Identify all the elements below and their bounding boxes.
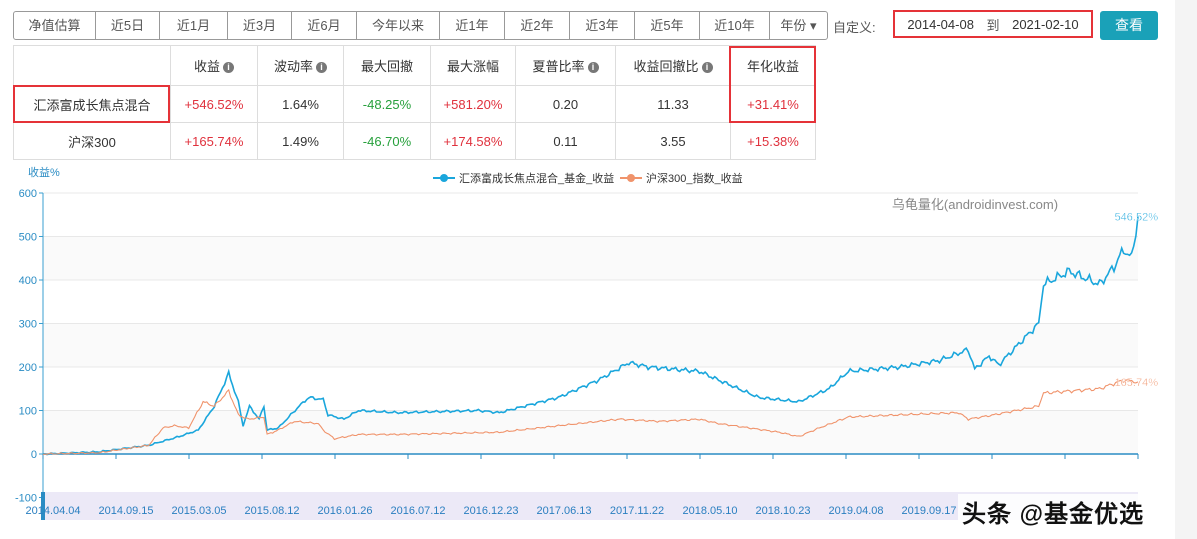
legend-label: 沪深300_指数_收益 <box>646 171 743 185</box>
x-tick-label: 2016.12.23 <box>463 505 518 517</box>
x-tick-label: 2015.08.12 <box>244 505 299 517</box>
legend-label: 汇添富成长焦点混合_基金_收益 <box>459 171 614 185</box>
x-tick-label: 2019.09.17 <box>901 505 956 517</box>
end-value-label: 165.74% <box>1115 377 1159 389</box>
y-tick-label: -100 <box>15 493 37 505</box>
x-tick-label: 2014.09.15 <box>98 505 153 517</box>
x-tick-label: 2016.07.12 <box>390 505 445 517</box>
x-tick-label: 2018.05.10 <box>682 505 737 517</box>
grid-band <box>43 323 1138 367</box>
legend-marker <box>627 174 635 182</box>
watermark: 头条 @基金优选 <box>958 494 1149 529</box>
y-axis-title: 收益% <box>28 165 60 179</box>
y-tick-label: 400 <box>19 275 37 287</box>
x-tick-label: 2017.06.13 <box>536 505 591 517</box>
grid-band <box>43 236 1138 280</box>
x-tick-label: 2017.11.22 <box>610 505 664 517</box>
x-tick-label: 2015.03.05 <box>171 505 226 517</box>
legend-marker <box>440 174 448 182</box>
y-tick-label: 0 <box>31 449 37 461</box>
y-tick-label: 200 <box>19 362 37 374</box>
x-tick-label: 2016.01.26 <box>317 505 372 517</box>
x-tick-label: 2019.04.08 <box>828 505 883 517</box>
y-tick-label: 500 <box>19 232 37 244</box>
end-value-label: 546.52% <box>1115 211 1159 223</box>
y-tick-label: 300 <box>19 319 37 331</box>
return-chart: -100 0 100 200 300 400 500 600 收益% 乌龟量化(androidin… <box>15 165 1159 520</box>
source-text: 乌龟量化(androidinvest.com) <box>892 197 1058 212</box>
y-tick-label: 100 <box>19 406 37 418</box>
x-tick-label: 2014.04.04 <box>25 505 80 517</box>
x-tick-label: 2018.10.23 <box>755 505 810 517</box>
y-tick-label: 600 <box>19 188 37 200</box>
